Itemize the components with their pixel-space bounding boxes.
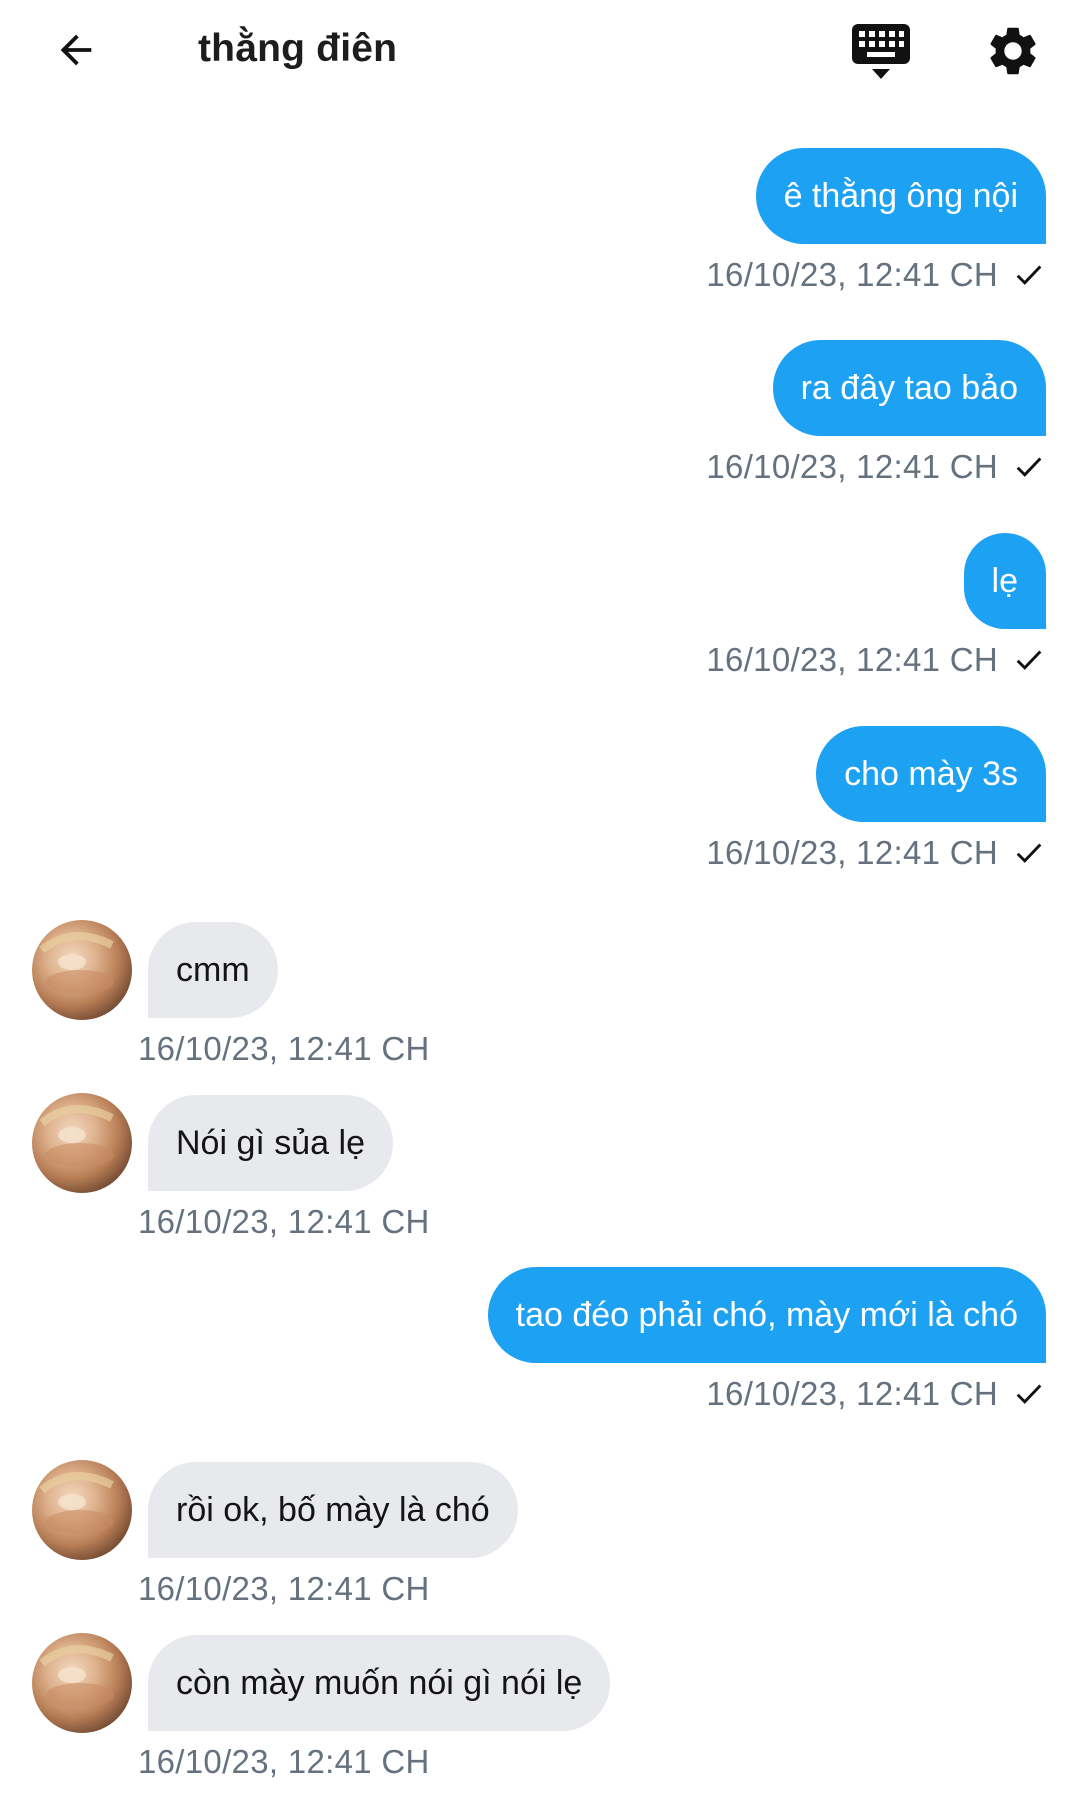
message-meta: 16/10/23, 12:41 CH <box>706 834 1046 872</box>
sent-check-icon <box>1016 650 1042 670</box>
outgoing-message-bubble[interactable]: lẹ <box>963 533 1046 629</box>
outgoing-message-bubble[interactable]: ra đây tao bảo <box>772 340 1046 436</box>
message-meta: 16/10/23, 12:41 CH <box>706 448 1046 486</box>
outgoing-message-bubble[interactable]: ê thằng ông nội <box>755 148 1046 244</box>
message-timestamp: 16/10/23, 12:41 CH <box>138 1743 430 1780</box>
outgoing-message-bubble[interactable]: tao đéo phải chó, mày mới là chó <box>487 1267 1046 1363</box>
incoming-message-bubble[interactable]: còn mày muốn nói gì nói lẹ <box>148 1635 611 1731</box>
message-timestamp: 16/10/23, 12:41 CH <box>706 834 998 871</box>
message-timestamp: 16/10/23, 12:41 CH <box>138 1030 430 1067</box>
sent-check-icon <box>1016 1384 1042 1404</box>
contact-avatar[interactable] <box>32 1093 132 1193</box>
incoming-message-bubble[interactable]: rồi ok, bố mày là chó <box>148 1462 518 1558</box>
incoming-message-bubble[interactable]: cmm <box>148 922 278 1018</box>
message-list[interactable]: ê thằng ông nội 16/10/23, 12:41 CH ra đâ… <box>0 0 1080 1793</box>
message-timestamp: 16/10/23, 12:41 CH <box>138 1203 430 1240</box>
outgoing-message-bubble[interactable]: cho mày 3s <box>816 726 1046 822</box>
sent-check-icon <box>1016 843 1042 863</box>
incoming-message-bubble[interactable]: Nói gì sủa lẹ <box>148 1095 393 1191</box>
sent-check-icon <box>1016 265 1042 285</box>
message-timestamp: 16/10/23, 12:41 CH <box>706 1375 998 1412</box>
message-meta: 16/10/23, 12:41 CH <box>706 1375 1046 1413</box>
message-meta: 16/10/23, 12:41 CH <box>706 256 1046 294</box>
contact-avatar[interactable] <box>32 1633 132 1733</box>
contact-avatar[interactable] <box>32 1460 132 1560</box>
message-timestamp: 16/10/23, 12:41 CH <box>706 256 998 293</box>
message-timestamp: 16/10/23, 12:41 CH <box>706 448 998 485</box>
message-timestamp: 16/10/23, 12:41 CH <box>138 1570 430 1607</box>
message-timestamp: 16/10/23, 12:41 CH <box>706 641 998 678</box>
message-meta: 16/10/23, 12:41 CH <box>706 641 1046 679</box>
sent-check-icon <box>1016 457 1042 477</box>
contact-avatar[interactable] <box>32 920 132 1020</box>
